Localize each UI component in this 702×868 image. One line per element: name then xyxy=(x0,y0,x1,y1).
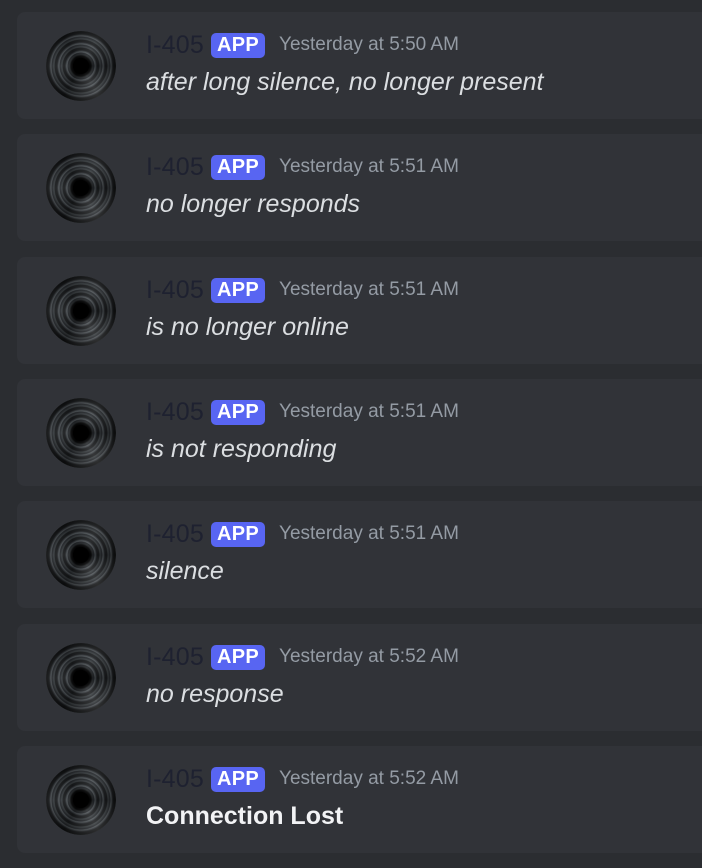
black-hole-avatar-icon[interactable] xyxy=(46,31,116,101)
app-badge: APP xyxy=(210,521,266,547)
app-badge: APP xyxy=(210,399,266,425)
timestamp[interactable]: Yesterday at 5:52 AM xyxy=(279,768,459,790)
app-badge: APP xyxy=(210,277,266,303)
message-text: is no longer online xyxy=(146,313,349,341)
black-hole-avatar-icon[interactable] xyxy=(46,276,116,346)
message-header: I-405 APP Yesterday at 5:50 AM xyxy=(146,31,459,59)
message-header: I-405 APP Yesterday at 5:52 AM xyxy=(146,765,459,793)
message-item[interactable]: I-405 APP Yesterday at 5:51 AM no longer… xyxy=(17,134,702,241)
timestamp[interactable]: Yesterday at 5:52 AM xyxy=(279,646,459,668)
black-hole-avatar-icon[interactable] xyxy=(46,643,116,713)
app-badge: APP xyxy=(210,644,266,670)
message-header: I-405 APP Yesterday at 5:51 AM xyxy=(146,276,459,304)
author-name[interactable]: I-405 xyxy=(146,31,204,60)
black-hole-avatar-icon[interactable] xyxy=(46,398,116,468)
message-item[interactable]: I-405 APP Yesterday at 5:51 AM is not re… xyxy=(17,379,702,486)
author-name[interactable]: I-405 xyxy=(146,520,204,549)
message-feed: I-405 APP Yesterday at 5:50 AM after lon… xyxy=(0,0,702,868)
black-hole-avatar-icon[interactable] xyxy=(46,520,116,590)
timestamp[interactable]: Yesterday at 5:51 AM xyxy=(279,156,459,178)
message-item[interactable]: I-405 APP Yesterday at 5:52 AM Connectio… xyxy=(17,746,702,853)
message-text: is not responding xyxy=(146,435,337,463)
author-name[interactable]: I-405 xyxy=(146,153,204,182)
author-name[interactable]: I-405 xyxy=(146,643,204,672)
message-header: I-405 APP Yesterday at 5:51 AM xyxy=(146,520,459,548)
timestamp[interactable]: Yesterday at 5:51 AM xyxy=(279,279,459,301)
timestamp[interactable]: Yesterday at 5:51 AM xyxy=(279,401,459,423)
message-header: I-405 APP Yesterday at 5:52 AM xyxy=(146,643,459,671)
message-item[interactable]: I-405 APP Yesterday at 5:51 AM is no lon… xyxy=(17,257,702,364)
app-badge: APP xyxy=(210,154,266,180)
app-badge: APP xyxy=(210,32,266,58)
message-header: I-405 APP Yesterday at 5:51 AM xyxy=(146,153,459,181)
timestamp[interactable]: Yesterday at 5:50 AM xyxy=(279,34,459,56)
message-header: I-405 APP Yesterday at 5:51 AM xyxy=(146,398,459,426)
message-text: after long silence, no longer present xyxy=(146,68,544,96)
black-hole-avatar-icon[interactable] xyxy=(46,153,116,223)
author-name[interactable]: I-405 xyxy=(146,765,204,794)
timestamp[interactable]: Yesterday at 5:51 AM xyxy=(279,523,459,545)
message-item[interactable]: I-405 APP Yesterday at 5:51 AM silence xyxy=(17,501,702,608)
app-badge: APP xyxy=(210,766,266,792)
author-name[interactable]: I-405 xyxy=(146,276,204,305)
author-name[interactable]: I-405 xyxy=(146,398,204,427)
message-item[interactable]: I-405 APP Yesterday at 5:52 AM no respon… xyxy=(17,624,702,731)
message-item[interactable]: I-405 APP Yesterday at 5:50 AM after lon… xyxy=(17,12,702,119)
message-text: silence xyxy=(146,557,224,585)
message-text: Connection Lost xyxy=(146,802,344,830)
message-text: no longer responds xyxy=(146,190,361,218)
black-hole-avatar-icon[interactable] xyxy=(46,765,116,835)
message-text: no response xyxy=(146,680,284,708)
